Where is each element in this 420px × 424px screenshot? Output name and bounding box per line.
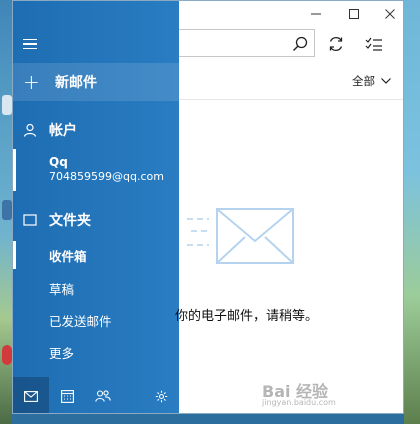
sync-icon [329, 37, 343, 51]
folder-icon [23, 214, 37, 226]
sync-button[interactable] [323, 31, 349, 57]
search-button[interactable] [290, 34, 310, 54]
folders-header[interactable]: 文件夹 [13, 205, 179, 235]
desktop-background-left [0, 0, 12, 424]
search-input[interactable] [179, 29, 315, 57]
loading-message: 你的电子邮件，请稍等。 [175, 309, 319, 324]
account-item[interactable]: Qq 704859599@qq.com [13, 149, 179, 191]
folder-label: 已发送邮件 [49, 313, 112, 329]
navigation-pane: + 新邮件 帐户 Qq 704859599@qq.com 文件夹 收件箱 草稿 … [13, 1, 179, 413]
maximize-icon [349, 9, 359, 19]
selection-indicator [13, 241, 16, 269]
filter-label: 全部 [352, 74, 375, 88]
app-switcher-bar [13, 377, 179, 413]
search-icon [293, 36, 308, 51]
minimize-icon [311, 13, 321, 15]
account-email: 704859599@qq.com [49, 170, 164, 183]
divider [179, 99, 403, 100]
close-icon [385, 9, 395, 19]
folder-label: 草稿 [49, 281, 75, 297]
folder-label: 收件箱 [49, 248, 87, 264]
people-icon [95, 390, 111, 402]
folder-drafts[interactable]: 草稿 [13, 272, 179, 304]
accounts-label: 帐户 [49, 123, 77, 139]
calendar-icon [60, 389, 74, 403]
folder-inbox[interactable]: 收件箱 [13, 239, 179, 271]
account-name: Qq [49, 155, 68, 169]
mail-app-window: + 新邮件 帐户 Qq 704859599@qq.com 文件夹 收件箱 草稿 … [12, 0, 404, 414]
folder-label: 更多 [49, 345, 75, 361]
new-mail-button[interactable]: + 新邮件 [13, 63, 179, 101]
close-button[interactable] [375, 3, 403, 25]
hamburger-button[interactable] [13, 27, 179, 61]
selection-mode-button[interactable] [361, 31, 387, 57]
selection-indicator [13, 149, 16, 191]
desktop-icon-fragment [2, 200, 12, 220]
folders-label: 文件夹 [49, 213, 91, 229]
mail-icon [24, 390, 38, 402]
hamburger-icon [23, 36, 37, 53]
maximize-button[interactable] [339, 3, 369, 25]
people-button[interactable] [85, 377, 121, 413]
folder-more[interactable]: 更多 [13, 336, 179, 368]
accounts-header[interactable]: 帐户 [13, 115, 179, 145]
desktop-icon-fragment [2, 95, 12, 115]
watermark-subtext: jingyan.baidu.com [262, 398, 336, 407]
message-list-pane: 全部 你的电子邮件，请稍等。 [175, 1, 403, 413]
chevron-down-icon [381, 78, 391, 84]
envelope-illustration-icon [187, 208, 294, 264]
filter-dropdown[interactable]: 全部 [352, 73, 391, 89]
desktop-background-right [404, 0, 420, 424]
minimize-button[interactable] [301, 3, 331, 25]
desktop-icon-fragment [2, 345, 12, 365]
watermark: Bai 经验 jingyan.baidu.com [262, 378, 372, 412]
new-mail-label: 新邮件 [55, 75, 97, 91]
gear-icon [155, 390, 167, 402]
folder-sent[interactable]: 已发送邮件 [13, 304, 179, 336]
plus-icon: + [23, 70, 40, 94]
person-icon [23, 123, 37, 137]
select-mode-icon [365, 37, 382, 51]
calendar-button[interactable] [49, 377, 85, 413]
settings-button[interactable] [143, 377, 179, 413]
mail-button[interactable] [13, 377, 49, 413]
